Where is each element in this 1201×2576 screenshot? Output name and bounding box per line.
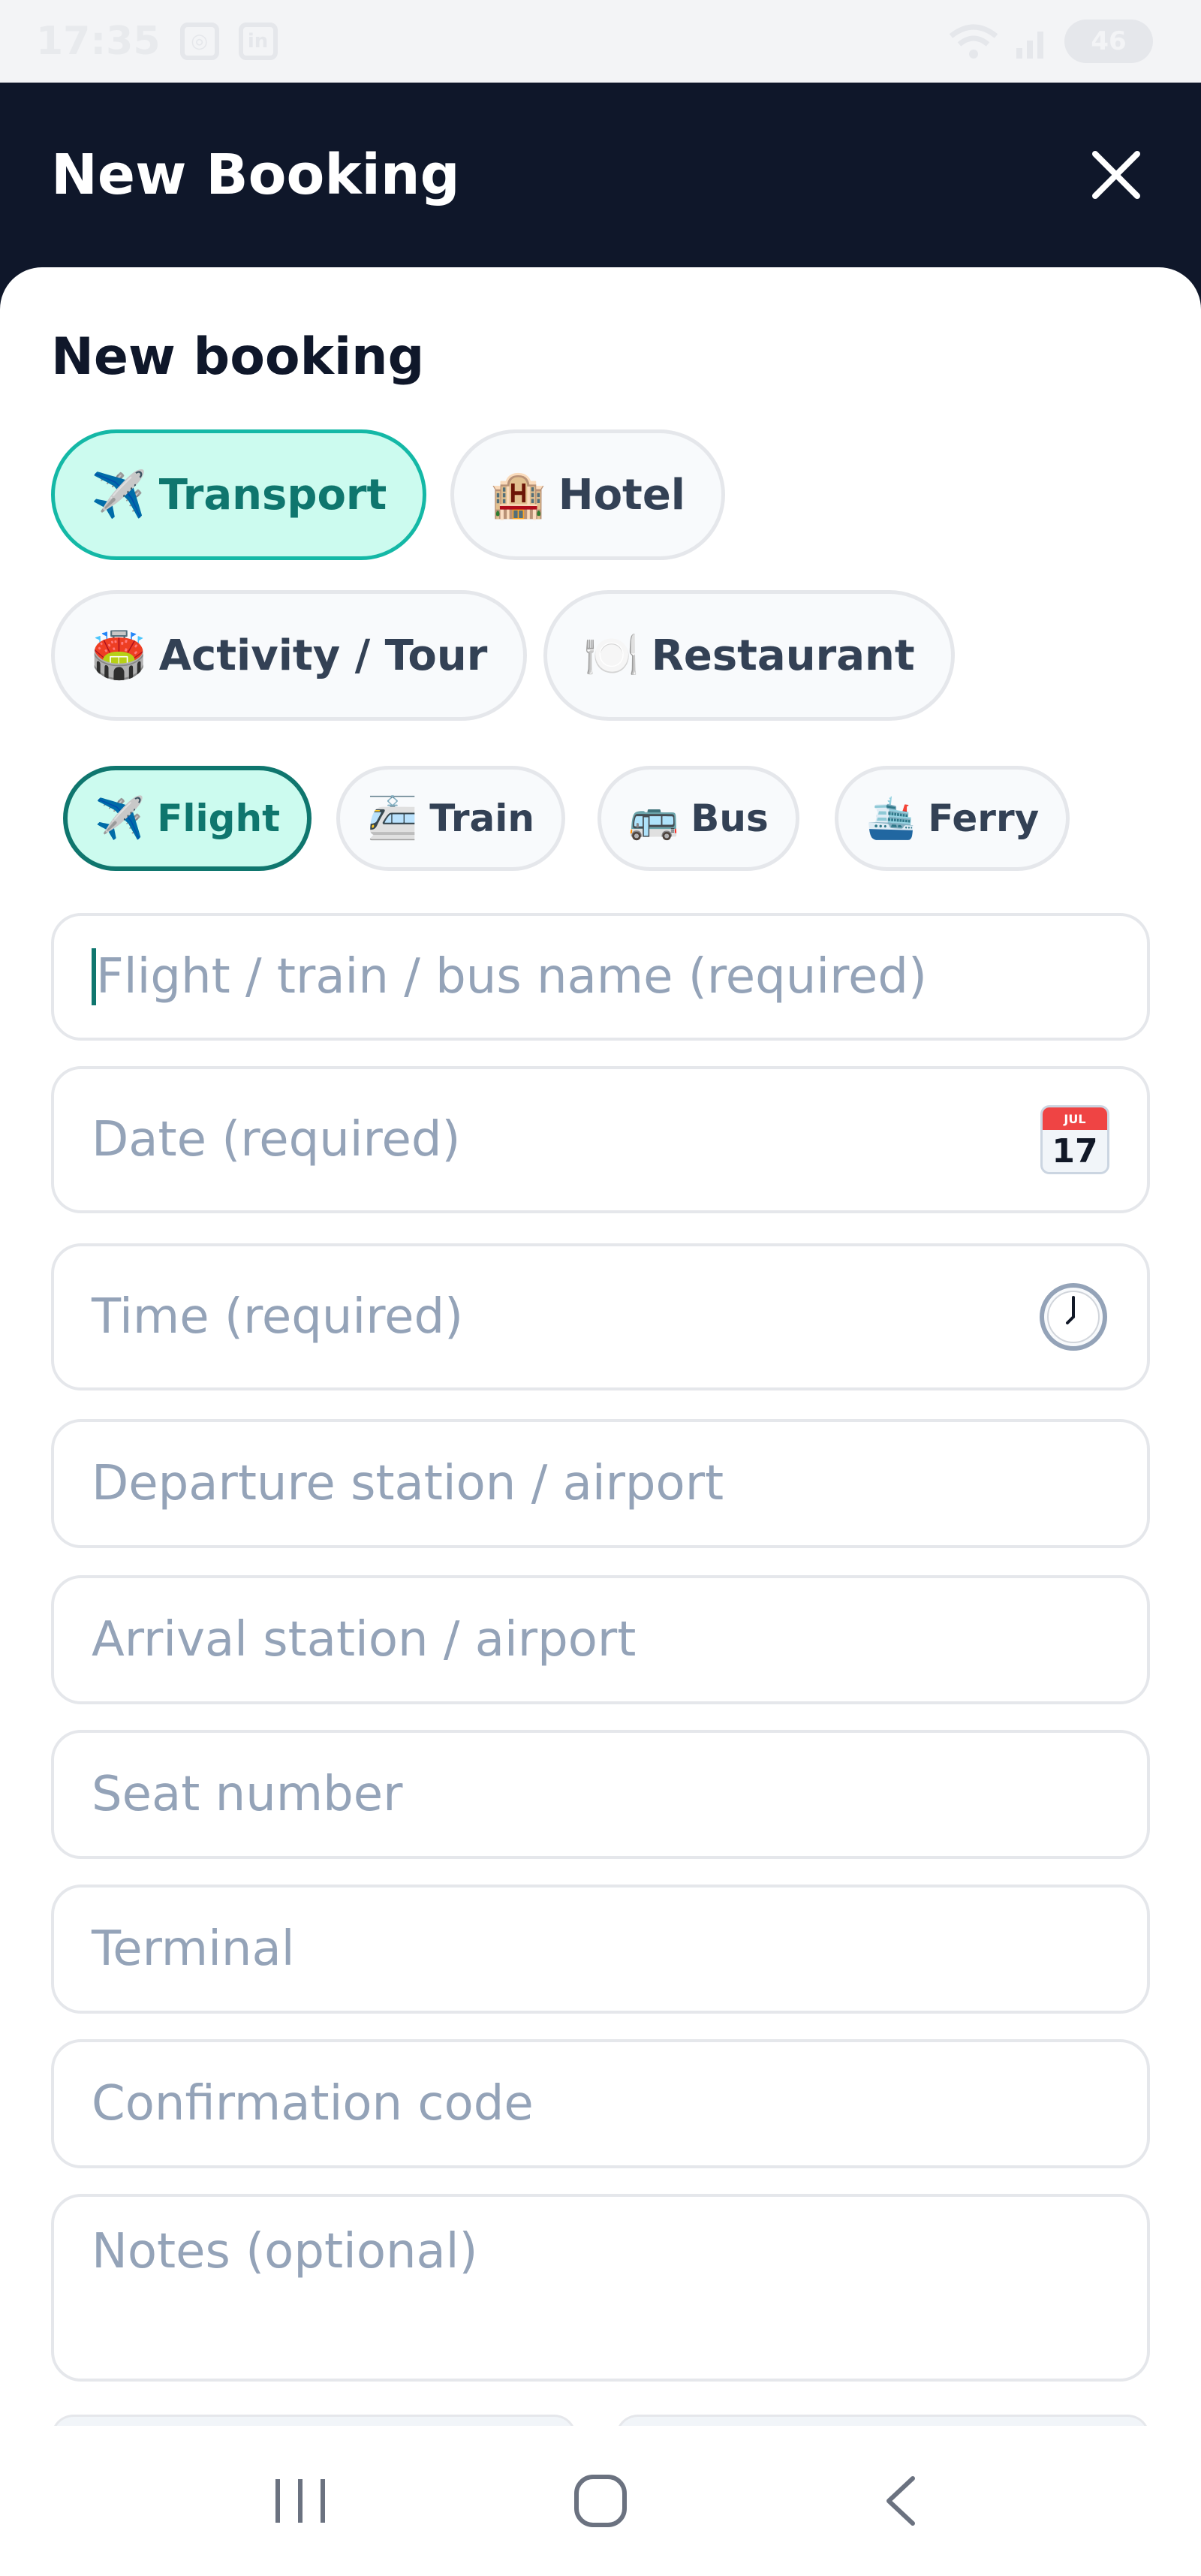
transport-name-input[interactable]: Flight / train / bus name (required) <box>51 913 1150 1041</box>
chip-label: Ferry <box>928 797 1040 840</box>
chip-label: Train <box>429 797 534 840</box>
field-placeholder: Flight / train / bus name (required) <box>96 949 927 1005</box>
field-placeholder: Time (required) <box>92 1289 464 1345</box>
plate-icon: 🍽️ <box>583 629 640 682</box>
field-placeholder: Confirmation code <box>92 2076 534 2132</box>
partial-button-left[interactable] <box>51 2415 576 2426</box>
close-icon <box>1092 151 1140 199</box>
category-chip-hotel[interactable]: 🏨 Hotel <box>450 429 726 560</box>
linkedin-icon: in <box>238 23 278 60</box>
recent-apps-button[interactable] <box>255 2456 345 2546</box>
chip-label: Activity / Tour <box>158 631 488 680</box>
airplane-icon: ✈️ <box>95 794 146 842</box>
app-header: New Booking <box>0 83 1201 267</box>
status-left: 17:35 ◎ in <box>36 19 278 64</box>
field-placeholder: Departure station / airport <box>92 1456 724 1511</box>
system-nav-bar <box>0 2426 1201 2576</box>
field-placeholder: Date (required) <box>92 1112 461 1167</box>
close-button[interactable] <box>1082 141 1150 209</box>
airplane-icon: ✈️ <box>91 469 147 521</box>
calendar-day: 17 <box>1052 1131 1098 1170</box>
clock-icon[interactable] <box>1037 1281 1109 1353</box>
notification-icon: ◎ <box>179 23 219 60</box>
category-chip-transport[interactable]: ✈️ Transport <box>51 429 427 560</box>
partial-button-right[interactable] <box>616 2415 1150 2426</box>
stadium-icon: 🏟️ <box>91 629 147 682</box>
back-button[interactable] <box>856 2456 946 2546</box>
arrival-field[interactable]: Arrival station / airport <box>51 1575 1150 1704</box>
departure-field[interactable]: Departure station / airport <box>51 1419 1150 1548</box>
terminal-field[interactable]: Terminal <box>51 1885 1150 2014</box>
status-right: 46 <box>947 20 1153 63</box>
chip-label: Restaurant <box>651 631 915 680</box>
chip-label: Bus <box>691 797 769 840</box>
calendar-month: JUL <box>1043 1107 1107 1130</box>
category-chip-restaurant[interactable]: 🍽️ Restaurant <box>543 590 955 721</box>
bus-icon: 🚌 <box>628 794 679 842</box>
hotel-icon: 🏨 <box>490 469 546 521</box>
transport-chip-flight[interactable]: ✈️ Flight <box>63 766 312 871</box>
transport-chip-bus[interactable]: 🚌 Bus <box>597 766 799 871</box>
time-field[interactable]: Time (required) <box>51 1243 1150 1390</box>
calendar-icon[interactable]: JUL 17 <box>1040 1105 1109 1174</box>
transport-chip-ferry[interactable]: 🛳️ Ferry <box>835 766 1070 871</box>
wifi-icon <box>949 24 998 59</box>
notes-field[interactable]: Notes (optional) <box>51 2194 1150 2382</box>
chip-label: Flight <box>157 797 280 840</box>
battery-icon: 46 <box>1064 20 1153 63</box>
train-icon: 🚈 <box>367 794 418 842</box>
field-placeholder: Arrival station / airport <box>92 1612 637 1668</box>
status-bar: 17:35 ◎ in 46 <box>0 0 1201 83</box>
transport-chip-train[interactable]: 🚈 Train <box>336 766 565 871</box>
back-icon <box>886 2476 915 2526</box>
category-chip-activity[interactable]: 🏟️ Activity / Tour <box>51 590 528 721</box>
home-button[interactable] <box>555 2456 646 2546</box>
booking-sheet: New booking ✈️ Transport 🏨 Hotel 🏟️ Acti… <box>0 267 1201 2426</box>
confirmation-code-field[interactable]: Confirmation code <box>51 2039 1150 2168</box>
chip-label: Transport <box>158 470 387 520</box>
field-placeholder: Seat number <box>92 1767 403 1822</box>
home-icon <box>574 2475 627 2527</box>
field-placeholder: Terminal <box>92 1921 295 1977</box>
seat-number-field[interactable]: Seat number <box>51 1730 1150 1859</box>
section-title: New booking <box>51 327 425 387</box>
chip-label: Hotel <box>558 470 686 520</box>
date-field[interactable]: Date (required) JUL 17 <box>51 1066 1150 1213</box>
signal-icon <box>1016 32 1043 59</box>
page-title: New Booking <box>51 143 460 207</box>
ship-icon: 🛳️ <box>865 794 917 842</box>
recent-apps-icon <box>275 2479 325 2523</box>
status-time: 17:35 <box>36 19 161 64</box>
field-placeholder: Notes (optional) <box>92 2224 478 2279</box>
